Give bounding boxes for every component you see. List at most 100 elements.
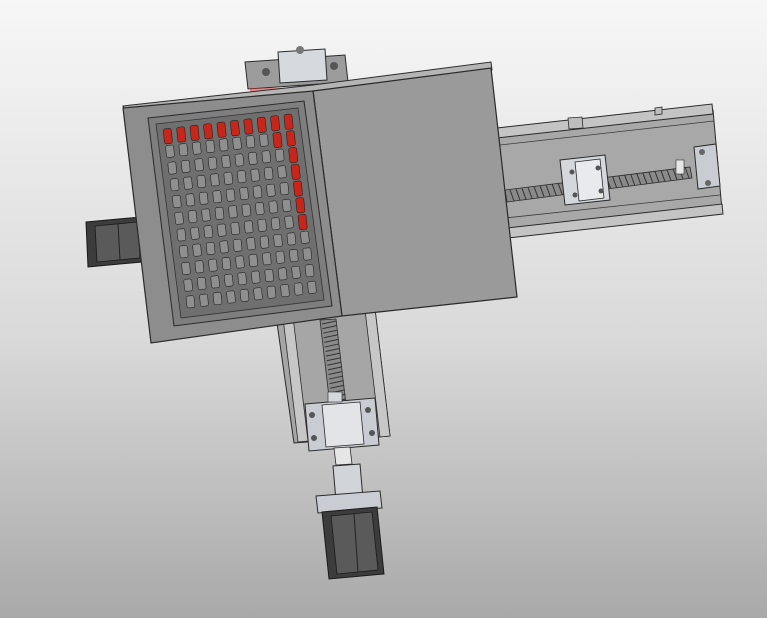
vial-slot[interactable] bbox=[178, 143, 189, 157]
vial-slot[interactable] bbox=[210, 173, 220, 187]
vial-slot[interactable] bbox=[255, 202, 265, 216]
vial-slot[interactable] bbox=[208, 258, 218, 272]
vial-slot[interactable] bbox=[180, 159, 191, 173]
vial-slot[interactable] bbox=[241, 203, 252, 217]
vial-slot[interactable] bbox=[245, 135, 256, 149]
vial-slot[interactable] bbox=[274, 148, 285, 162]
vial-slot[interactable] bbox=[194, 260, 205, 274]
vial-slot[interactable] bbox=[286, 232, 297, 246]
sample-tray-housing[interactable] bbox=[122, 61, 518, 344]
vial-slot[interactable] bbox=[270, 217, 281, 231]
vial-slot[interactable] bbox=[165, 144, 175, 158]
vial-slot[interactable] bbox=[207, 156, 218, 170]
x-axis-linear-module[interactable] bbox=[496, 103, 724, 239]
vial-slot[interactable] bbox=[259, 133, 269, 147]
vial-slot[interactable] bbox=[185, 193, 196, 207]
vial-slot[interactable] bbox=[218, 138, 229, 152]
vial-slot[interactable] bbox=[257, 218, 267, 232]
vial-slot[interactable] bbox=[250, 168, 260, 182]
vial-slot[interactable] bbox=[273, 234, 283, 247]
vial-slot[interactable] bbox=[181, 261, 191, 275]
vial-slot[interactable] bbox=[192, 243, 202, 257]
y-axis-linear-module[interactable] bbox=[275, 308, 391, 452]
cad-viewport[interactable] bbox=[0, 0, 767, 618]
vial-slot[interactable] bbox=[219, 240, 229, 254]
vial-slot-highlighted[interactable] bbox=[176, 126, 187, 143]
vial-slot[interactable] bbox=[185, 295, 196, 309]
vial-slot[interactable] bbox=[194, 158, 204, 172]
vial-slot[interactable] bbox=[236, 170, 247, 184]
vial-slot[interactable] bbox=[275, 250, 286, 264]
vial-slot-highlighted[interactable] bbox=[256, 116, 267, 133]
vial-slot[interactable] bbox=[232, 136, 242, 150]
vial-slot[interactable] bbox=[281, 198, 292, 212]
vial-slot[interactable] bbox=[187, 210, 198, 224]
vial-slot-highlighted[interactable] bbox=[283, 113, 294, 130]
vial-slot[interactable] bbox=[178, 245, 189, 259]
vial-slot[interactable] bbox=[291, 265, 301, 279]
vial-slot-highlighted[interactable] bbox=[290, 163, 301, 180]
vial-slot-highlighted[interactable] bbox=[243, 118, 254, 135]
vial-slot[interactable] bbox=[252, 185, 263, 199]
vial-slot[interactable] bbox=[248, 151, 258, 165]
vial-slot[interactable] bbox=[262, 252, 272, 266]
vial-slot[interactable] bbox=[205, 140, 216, 153]
vial-slot[interactable] bbox=[176, 228, 187, 242]
vial-slot[interactable] bbox=[248, 253, 259, 267]
vial-slot[interactable] bbox=[277, 165, 287, 179]
vial-slot[interactable] bbox=[302, 247, 313, 261]
vial-slot[interactable] bbox=[214, 206, 225, 220]
vial-slot[interactable] bbox=[183, 176, 193, 190]
vial-slot[interactable] bbox=[174, 211, 184, 225]
vial-slot-highlighted[interactable] bbox=[162, 128, 173, 145]
vial-slot[interactable] bbox=[250, 270, 261, 284]
vial-slot[interactable] bbox=[210, 275, 220, 289]
vial-slot[interactable] bbox=[190, 226, 200, 240]
vial-slot[interactable] bbox=[243, 220, 254, 234]
x-screw-nut-block[interactable] bbox=[559, 154, 611, 206]
vial-slot[interactable] bbox=[192, 141, 202, 155]
vial-slot[interactable] bbox=[232, 238, 243, 252]
vial-slot[interactable] bbox=[237, 272, 247, 286]
vial-slot[interactable] bbox=[196, 175, 207, 188]
vial-slot[interactable] bbox=[266, 285, 277, 299]
vial-slot[interactable] bbox=[239, 187, 249, 200]
vial-slot[interactable] bbox=[234, 153, 245, 167]
vial-slot[interactable] bbox=[172, 195, 182, 208]
vial-slot-highlighted[interactable] bbox=[230, 120, 240, 137]
vial-slot[interactable] bbox=[263, 167, 274, 180]
vial-slot[interactable] bbox=[268, 200, 279, 214]
vial-slot[interactable] bbox=[293, 282, 304, 296]
vial-slot[interactable] bbox=[223, 273, 234, 287]
vial-slot[interactable] bbox=[169, 178, 180, 192]
vial-slot[interactable] bbox=[266, 183, 276, 197]
vial-slot[interactable] bbox=[221, 155, 231, 169]
vial-slot-highlighted[interactable] bbox=[297, 214, 308, 230]
vial-slot[interactable] bbox=[277, 267, 288, 281]
vial-slot[interactable] bbox=[217, 223, 227, 237]
vial-slot-highlighted[interactable] bbox=[293, 180, 303, 197]
vial-slot[interactable] bbox=[307, 280, 317, 294]
vial-slot[interactable] bbox=[183, 278, 193, 292]
vial-slot[interactable] bbox=[230, 222, 240, 235]
vial-slot[interactable] bbox=[264, 269, 274, 282]
vial-slot[interactable] bbox=[259, 235, 270, 249]
vial-slot[interactable] bbox=[223, 171, 234, 185]
vial-slot[interactable] bbox=[212, 292, 223, 306]
vial-slot[interactable] bbox=[212, 190, 222, 204]
vial-slot[interactable] bbox=[279, 182, 290, 196]
vial-slot[interactable] bbox=[201, 208, 211, 222]
vial-slot[interactable] bbox=[228, 205, 238, 219]
vial-slot[interactable] bbox=[246, 237, 256, 251]
vial-slot-highlighted[interactable] bbox=[288, 147, 299, 164]
vial-slot-highlighted[interactable] bbox=[203, 123, 214, 140]
vial-slot[interactable] bbox=[225, 188, 236, 202]
vial-slot[interactable] bbox=[253, 287, 263, 301]
vial-slot-highlighted[interactable] bbox=[272, 132, 283, 148]
vial-slot[interactable] bbox=[221, 257, 232, 271]
vial-slot[interactable] bbox=[284, 215, 294, 229]
cad-model-view[interactable] bbox=[0, 0, 767, 618]
vial-slot[interactable] bbox=[239, 288, 250, 302]
vial-slot[interactable] bbox=[300, 230, 310, 244]
vial-slot[interactable] bbox=[261, 150, 272, 164]
